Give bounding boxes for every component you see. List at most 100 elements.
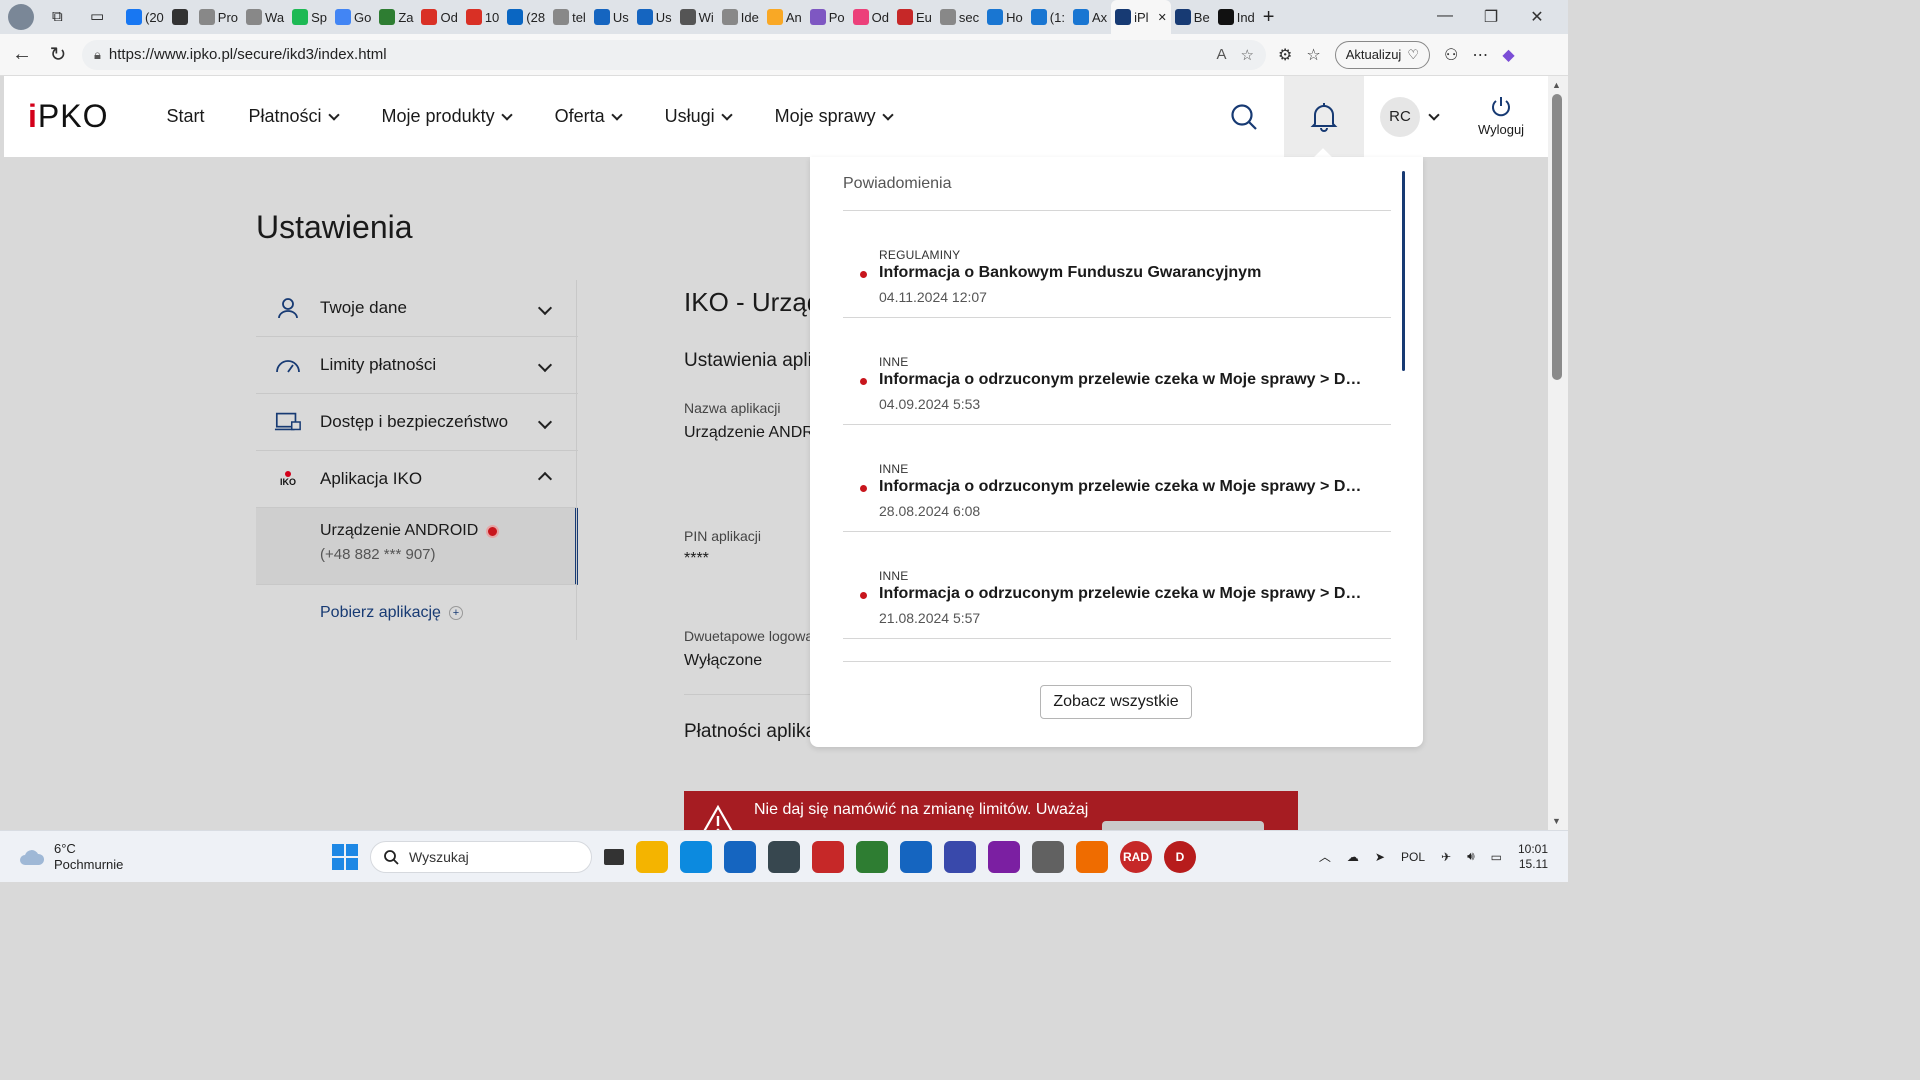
nav-item-menu-3[interactable]: Oferta xyxy=(533,106,643,127)
browser-tab[interactable]: Ho xyxy=(983,3,1027,31)
browser-tab[interactable]: Us xyxy=(633,3,676,31)
nav-item-menu-2[interactable]: Moje produkty xyxy=(360,106,533,127)
sidebar-item-limity[interactable]: Limity płatności xyxy=(256,337,578,394)
d-icon[interactable]: D xyxy=(1164,840,1196,873)
browser-tab[interactable]: Wi xyxy=(676,3,718,31)
store-icon[interactable] xyxy=(724,840,756,873)
warning-action-button[interactable] xyxy=(1102,821,1264,830)
media-icon[interactable] xyxy=(812,840,844,873)
nav-item-menu-5[interactable]: Moje sprawy xyxy=(753,106,914,127)
browser-tab[interactable]: Ind xyxy=(1214,3,1259,31)
weather-widget[interactable]: 6°C Pochmurnie xyxy=(18,841,123,873)
browser-tab[interactable]: Us xyxy=(590,3,633,31)
browser-tab[interactable]: An xyxy=(763,3,806,31)
favorites-icon[interactable]: ☆ xyxy=(1306,45,1320,65)
nav-item-menu-4[interactable]: Usługi xyxy=(643,106,753,127)
file-explorer-icon[interactable] xyxy=(636,840,668,873)
battery-icon[interactable]: ▭ xyxy=(1491,850,1502,864)
more-menu-icon[interactable]: ⋯ xyxy=(1472,45,1488,65)
volume-icon[interactable]: 🔊︎ xyxy=(1467,849,1475,864)
logout-button[interactable]: Wyloguj xyxy=(1454,76,1548,157)
sidebar-item-aplikacja-iko[interactable]: IKO Aplikacja IKO xyxy=(256,451,578,508)
nav-item-menu-1[interactable]: Płatności xyxy=(226,106,359,127)
browser-tab[interactable]: Po xyxy=(806,3,849,31)
browser-tab[interactable]: Eu xyxy=(893,3,936,31)
globe-icon[interactable] xyxy=(856,840,888,873)
edge-icon[interactable] xyxy=(680,840,712,873)
radio-icon[interactable]: RAD xyxy=(1120,840,1152,873)
notification-item[interactable]: INNE Informacja o odrzuconym przelewie cz… xyxy=(843,318,1391,425)
browser-tab[interactable]: Wa xyxy=(242,3,288,31)
notifications-button[interactable] xyxy=(1284,76,1364,157)
close-tab-icon[interactable]: ✕ xyxy=(1158,11,1167,24)
browser-tab[interactable]: (20 xyxy=(122,3,168,31)
url-field[interactable]: 🔒︎ https://www.ipko.pl/secure/ikd3/index… xyxy=(82,39,1266,70)
favorite-star-icon[interactable]: ☆ xyxy=(1241,46,1254,64)
language-indicator[interactable]: POL xyxy=(1401,850,1425,864)
browser-tab[interactable]: (1: xyxy=(1027,3,1069,31)
nav-item-start[interactable]: Start xyxy=(144,106,226,127)
browser-tab[interactable] xyxy=(168,3,195,31)
save-icon[interactable] xyxy=(944,840,976,873)
download-app-link[interactable]: Pobierz aplikację + xyxy=(256,585,578,641)
sidebar-item-twoje-dane[interactable]: Twoje dane xyxy=(256,280,578,337)
task-view-icon[interactable] xyxy=(604,848,624,865)
notification-item[interactable]: INNE Informacja o odrzuconym przelewie cz… xyxy=(843,425,1391,532)
workspaces-icon[interactable]: ⧉ xyxy=(52,8,63,25)
pko-logo[interactable]: i PKO xyxy=(28,98,108,135)
scroll-up-icon[interactable]: ▲ xyxy=(1552,80,1561,90)
scroll-down-icon[interactable]: ▼ xyxy=(1552,816,1561,826)
browser-tab[interactable]: Ide xyxy=(718,3,763,31)
box-icon[interactable] xyxy=(768,840,800,873)
update-button[interactable]: Aktualizuj ♡ xyxy=(1334,40,1430,69)
browser-tab[interactable]: 10 xyxy=(462,3,503,31)
browser-tab[interactable]: sec xyxy=(936,3,983,31)
vertical-tabs-icon[interactable]: ▭ xyxy=(90,7,104,25)
sidebar-item-dostep[interactable]: Dostęp i bezpieczeństwo xyxy=(256,394,578,451)
browser-tab[interactable]: Za xyxy=(375,3,417,31)
sidebar-subitem-device[interactable]: Urządzenie ANDROID (+48 882 *** 907) xyxy=(256,508,578,585)
github-icon[interactable] xyxy=(988,840,1020,873)
page-scrollbar[interactable]: ▲ ▼ xyxy=(1548,76,1568,830)
collections-icon[interactable]: ⚇ xyxy=(1444,45,1458,65)
browser-tab[interactable]: Go xyxy=(331,3,375,31)
page-viewport: i PKO Start Płatności Moje produkty Oferta U… xyxy=(4,76,1548,830)
clock[interactable]: 10:01 15.11 xyxy=(1518,842,1548,872)
see-all-button[interactable]: Zobacz wszystkie xyxy=(1040,685,1192,719)
notification-item[interactable]: REGULAMINY Informacja o Bankowym Funduszu… xyxy=(843,211,1391,318)
reload-icon[interactable]: ↻ xyxy=(40,42,76,67)
browser-tab[interactable]: Sp xyxy=(288,3,331,31)
minimize-icon[interactable]: — xyxy=(1422,7,1468,27)
user-menu[interactable]: RC xyxy=(1364,76,1454,157)
back-icon[interactable]: ← xyxy=(4,43,40,66)
network-icon[interactable]: ✈ xyxy=(1441,850,1451,864)
notifications-scrollbar[interactable] xyxy=(1402,171,1405,371)
start-button[interactable] xyxy=(332,843,358,870)
copilot-icon[interactable]: ◆ xyxy=(1502,45,1514,65)
search-button[interactable] xyxy=(1204,76,1284,157)
browser-tab[interactable]: (28 xyxy=(503,3,549,31)
browser-tab[interactable]: Pro xyxy=(195,3,242,31)
browser-tab[interactable]: Ax xyxy=(1069,3,1111,31)
taskbar-search[interactable]: Wyszukaj xyxy=(370,840,592,873)
onedrive-icon[interactable]: ☁ xyxy=(1347,850,1359,864)
read-aloud-icon[interactable]: A xyxy=(1217,46,1227,64)
lock-icon[interactable]: 🔒︎ xyxy=(94,47,101,63)
browser-tab[interactable]: tel xyxy=(549,3,590,31)
new-tab-icon[interactable]: + xyxy=(1259,3,1279,31)
browser-tab[interactable]: Od xyxy=(417,3,461,31)
browser-tab[interactable]: iPl ✕ xyxy=(1111,0,1171,34)
browser-tab[interactable]: Be xyxy=(1171,3,1214,31)
extensions-icon[interactable]: ⚙ xyxy=(1278,45,1292,65)
location-icon[interactable]: ➤ xyxy=(1375,850,1385,864)
drive-icon[interactable] xyxy=(1032,840,1064,873)
vlc-icon[interactable] xyxy=(1076,840,1108,873)
browser-tab[interactable]: Od xyxy=(849,3,893,31)
close-icon[interactable]: ✕ xyxy=(1514,7,1560,27)
network-icon[interactable] xyxy=(900,840,932,873)
profile-avatar[interactable] xyxy=(8,4,34,30)
notification-item[interactable]: INNE Informacja o odrzuconym przelewie cz… xyxy=(843,532,1391,639)
restore-icon[interactable]: ❐ xyxy=(1468,7,1514,27)
chevron-up-icon[interactable]: ︿ xyxy=(1319,848,1331,865)
scrollbar-thumb[interactable] xyxy=(1552,94,1562,380)
